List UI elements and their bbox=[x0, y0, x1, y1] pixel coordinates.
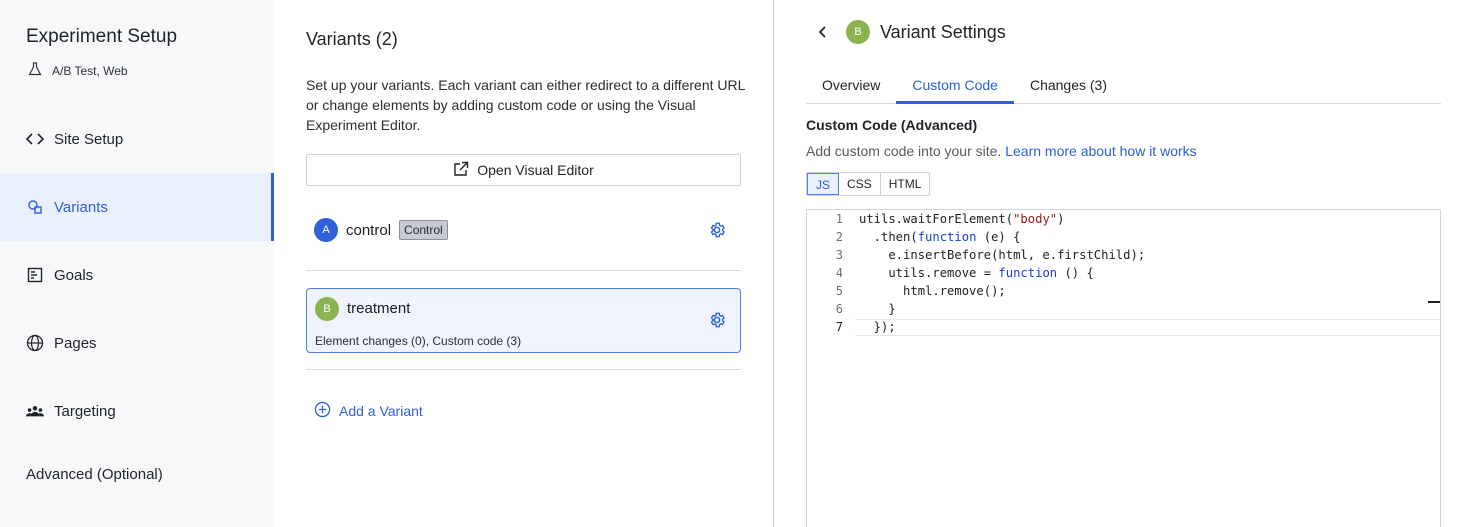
code-line: utils.waitForElement("body") bbox=[859, 212, 1065, 226]
language-css-button[interactable]: CSS bbox=[839, 173, 881, 195]
scroll-marker bbox=[1428, 301, 1440, 303]
variant-card-treatment[interactable]: B treatment Element changes (0), Custom … bbox=[306, 288, 741, 353]
experiment-subtitle: A/B Test, Web bbox=[28, 62, 128, 79]
experiment-title: Experiment Setup bbox=[26, 26, 178, 47]
sidebar-item-label: Advanced (Optional) bbox=[26, 465, 163, 483]
code-line: utils.remove = function () { bbox=[859, 266, 1094, 280]
line-number: 2 bbox=[835, 230, 843, 244]
variant-changes-summary: Element changes (0), Custom code (3) bbox=[315, 334, 522, 348]
experiment-type: A/B Test, Web bbox=[52, 63, 128, 78]
flask-icon bbox=[28, 62, 42, 79]
variant-letter-badge: A bbox=[314, 218, 338, 242]
custom-code-desc-text: Add custom code into your site. bbox=[806, 143, 1002, 159]
sidebar-item-label: Goals bbox=[54, 266, 94, 284]
sidebar-item-label: Site Setup bbox=[54, 130, 124, 148]
sidebar-item-site-setup[interactable]: Site Setup bbox=[0, 105, 274, 173]
line-number: 7 bbox=[835, 320, 843, 334]
settings-tabs: Overview Custom Code Changes (3) bbox=[806, 70, 1441, 104]
line-number: 4 bbox=[835, 266, 843, 280]
variant-settings-title: Variant Settings bbox=[880, 21, 1006, 42]
globe-icon bbox=[26, 334, 44, 352]
control-tag: Control bbox=[399, 220, 448, 240]
sidebar-item-advanced[interactable]: Advanced (Optional) bbox=[0, 440, 274, 508]
variant-letter-badge: B bbox=[315, 297, 339, 321]
divider bbox=[306, 270, 741, 271]
sidebar-item-label: Pages bbox=[54, 334, 97, 352]
code-line: html.remove(); bbox=[859, 284, 1006, 298]
sidebar-item-label: Variants bbox=[54, 198, 108, 216]
line-number: 3 bbox=[835, 248, 843, 262]
learn-more-link[interactable]: Learn more about how it works bbox=[1005, 143, 1196, 159]
divider bbox=[306, 369, 741, 370]
variant-settings-header: B Variant Settings bbox=[846, 20, 1006, 44]
code-editor[interactable]: 1 2 3 4 5 6 7 utils.waitForElement("body… bbox=[806, 209, 1441, 527]
sidebar-item-goals[interactable]: Goals bbox=[0, 241, 274, 309]
tab-changes[interactable]: Changes (3) bbox=[1014, 70, 1123, 104]
add-variant-label: Add a Variant bbox=[339, 403, 423, 419]
active-line-highlight bbox=[855, 319, 1440, 336]
chevron-left-icon[interactable] bbox=[814, 22, 832, 42]
add-variant-button[interactable]: Add a Variant bbox=[314, 401, 423, 421]
line-number: 1 bbox=[835, 212, 843, 226]
code-line: } bbox=[859, 302, 896, 316]
sidebar-item-targeting[interactable]: Targeting bbox=[0, 377, 274, 445]
variant-row-control[interactable]: A control Control bbox=[306, 218, 741, 242]
code-line: e.insertBefore(html, e.firstChild); bbox=[859, 248, 1146, 262]
open-visual-editor-button[interactable]: Open Visual Editor bbox=[306, 154, 741, 186]
variant-name: treatment bbox=[347, 300, 411, 317]
line-number: 6 bbox=[835, 302, 843, 316]
gear-icon[interactable] bbox=[708, 221, 726, 239]
custom-code-title: Custom Code (Advanced) bbox=[806, 117, 978, 133]
variant-letter-badge: B bbox=[846, 20, 870, 44]
language-toggle: JS CSS HTML bbox=[806, 172, 931, 196]
tab-custom-code[interactable]: Custom Code bbox=[896, 70, 1014, 104]
variants-description: Set up your variants. Each variant can e… bbox=[306, 77, 745, 133]
sidebar-item-variants[interactable]: Variants bbox=[0, 173, 274, 241]
sidebar-item-label: Targeting bbox=[54, 402, 116, 420]
line-number: 5 bbox=[835, 284, 843, 298]
language-js-button[interactable]: JS bbox=[807, 173, 840, 195]
goals-icon bbox=[26, 266, 44, 284]
code-line: .then(function (e) { bbox=[859, 230, 1021, 244]
people-icon bbox=[26, 402, 44, 420]
open-visual-editor-label: Open Visual Editor bbox=[477, 162, 594, 178]
gear-icon[interactable] bbox=[708, 311, 726, 329]
custom-code-description: Add custom code into your site. Learn mo… bbox=[806, 143, 1197, 159]
external-link-icon bbox=[453, 161, 469, 180]
plus-circle-icon bbox=[314, 401, 331, 421]
code-icon bbox=[26, 130, 44, 148]
code-line: }); bbox=[859, 320, 896, 334]
tab-overview[interactable]: Overview bbox=[806, 70, 896, 104]
sidebar-item-pages[interactable]: Pages bbox=[0, 309, 274, 377]
variants-title: Variants (2) bbox=[306, 29, 398, 49]
variant-name: control bbox=[346, 221, 392, 239]
sidebar: Experiment Setup A/B Test, Web Site Setu… bbox=[0, 0, 274, 527]
language-html-button[interactable]: HTML bbox=[881, 173, 930, 195]
variants-icon bbox=[26, 198, 44, 216]
panel-divider bbox=[773, 0, 774, 527]
